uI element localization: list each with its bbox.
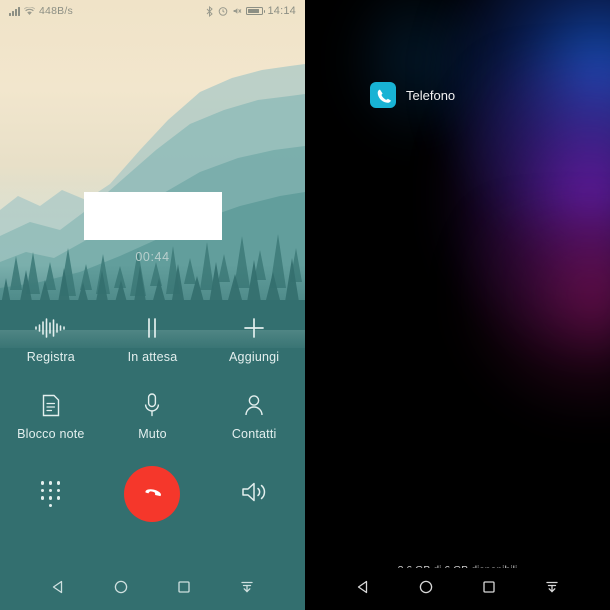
nav-back-button[interactable]	[41, 572, 75, 606]
recent-app-label: Telefono	[406, 87, 456, 103]
plus-icon	[242, 315, 266, 341]
control-blocco-note[interactable]: Blocco note	[0, 392, 102, 441]
end-call-icon	[145, 489, 162, 497]
control-registra[interactable]: Registra	[0, 315, 102, 364]
nav-hide-navbar-button[interactable]	[535, 572, 569, 606]
call-duration: 00:44	[135, 250, 170, 264]
status-bar-right: 14:14	[205, 5, 296, 17]
background-glow-magenta	[460, 210, 610, 420]
person-icon	[243, 392, 265, 418]
waveform-icon	[34, 315, 68, 341]
wifi-icon	[24, 6, 35, 16]
end-call-button[interactable]	[102, 466, 204, 522]
control-in-attesa[interactable]: In attesa	[102, 315, 204, 364]
pause-icon	[142, 315, 162, 341]
arrow-down-bar-icon	[239, 579, 255, 600]
in-call-screen: 448B/s 14:14 00:44 Registra In attesa Ag…	[0, 0, 305, 610]
control-label: Muto	[138, 427, 167, 441]
home-circle-icon	[113, 579, 129, 600]
status-bar: 448B/s 14:14	[0, 0, 305, 22]
control-label: Blocco note	[17, 427, 85, 441]
control-label: Aggiungi	[229, 350, 280, 364]
control-label: Contatti	[231, 427, 277, 441]
speaker-button[interactable]	[203, 479, 305, 510]
mute-icon	[232, 6, 242, 16]
call-controls-grid: Registra In attesa Aggiungi Blocco note …	[0, 315, 305, 441]
recents-square-icon	[481, 579, 497, 600]
caller-name-redacted	[83, 192, 222, 240]
background-glow-blue	[430, 0, 610, 260]
arrow-down-bar-icon	[544, 579, 560, 600]
control-contatti[interactable]: Contatti	[203, 392, 305, 441]
end-call-circle	[124, 466, 181, 522]
nav-recents-button[interactable]	[167, 572, 201, 606]
recents-square-icon	[176, 579, 192, 600]
bluetooth-icon	[205, 5, 214, 17]
nav-recents-button[interactable]	[472, 572, 506, 606]
back-triangle-icon	[50, 579, 66, 600]
background-glow-teal	[340, 0, 490, 150]
navigation-bar-recents	[305, 568, 610, 610]
network-speed: 448B/s	[39, 5, 73, 17]
back-triangle-icon	[355, 579, 371, 600]
notepad-icon	[40, 392, 62, 418]
home-circle-icon	[418, 579, 434, 600]
control-aggiungi[interactable]: Aggiungi	[203, 315, 305, 364]
screenshot-root: 448B/s 14:14 00:44 Registra In attesa Ag…	[0, 0, 610, 610]
dialpad-icon	[40, 481, 61, 507]
signal-bars-icon	[9, 6, 20, 16]
dialpad-button[interactable]	[0, 481, 102, 507]
recent-apps-screen: Telefono	[305, 0, 610, 610]
control-label: In attesa	[127, 350, 178, 364]
alarm-icon	[218, 6, 228, 16]
caller-info: 00:44	[0, 192, 305, 264]
background-glow-purple	[440, 60, 610, 360]
speaker-icon	[240, 479, 268, 510]
nav-back-button[interactable]	[346, 572, 380, 606]
nav-home-button[interactable]	[409, 572, 443, 606]
nav-home-button[interactable]	[104, 572, 138, 606]
battery-icon	[246, 7, 266, 15]
status-bar-clock: 14:14	[267, 5, 296, 17]
recent-app-header: Telefono	[370, 82, 455, 108]
microphone-icon	[142, 392, 162, 418]
control-muto[interactable]: Muto	[102, 392, 204, 441]
nav-hide-navbar-button[interactable]	[230, 572, 264, 606]
phone-handset-icon	[370, 82, 396, 108]
call-action-row	[0, 466, 305, 522]
status-bar-left: 448B/s	[9, 5, 73, 17]
navigation-bar	[0, 568, 305, 610]
control-label: Registra	[26, 350, 75, 364]
